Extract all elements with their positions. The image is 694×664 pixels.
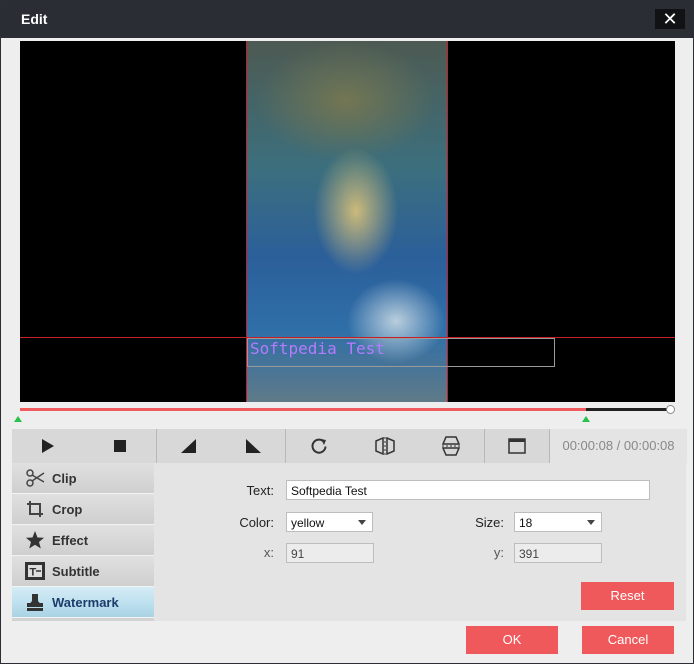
size-select[interactable]: 18	[514, 512, 602, 532]
start-marker-icon[interactable]	[14, 416, 22, 422]
stop-button[interactable]	[84, 429, 156, 463]
end-marker-icon[interactable]	[582, 416, 590, 422]
edit-dialog: Edit ✕ Softpedia Test 00:00:08 / 00:00:0…	[0, 0, 694, 664]
tab-effect-label: Effect	[52, 532, 89, 548]
x-label: x:	[263, 545, 274, 560]
set-start-icon	[181, 439, 196, 453]
tab-watermark[interactable]: Watermark	[12, 587, 154, 618]
rotate-button[interactable]	[286, 429, 352, 463]
chevron-down-icon	[587, 520, 595, 525]
text-label: Text:	[246, 483, 274, 498]
flip-horizontal-icon	[375, 437, 395, 455]
chevron-down-icon	[358, 520, 366, 525]
reset-button[interactable]: Reset	[581, 582, 674, 610]
color-select[interactable]: yellow	[286, 512, 373, 532]
cancel-button[interactable]: Cancel	[582, 626, 674, 654]
playback-toolbar: 00:00:08 / 00:00:08	[12, 429, 687, 463]
tab-watermark-label: Watermark	[52, 594, 119, 610]
crop-icon	[24, 498, 46, 520]
close-button[interactable]: ✕	[655, 9, 685, 29]
y-label: y:	[493, 545, 504, 560]
flip-horizontal-button[interactable]	[352, 429, 418, 463]
flip-vertical-icon	[442, 436, 460, 456]
svg-text:T: T	[30, 567, 37, 579]
set-end-icon	[246, 439, 261, 453]
timeline[interactable]	[14, 405, 675, 422]
tab-subtitle[interactable]: T Subtitle	[12, 556, 154, 587]
tab-crop-label: Crop	[52, 501, 83, 517]
edit-tabs: Clip Crop Effect T Subtitle Watermark	[12, 463, 154, 621]
set-end-button[interactable]	[221, 429, 285, 463]
watermark-preview-text: Softpedia Test	[250, 339, 385, 358]
star-icon	[24, 529, 46, 551]
dialog-footer: OK Cancel	[1, 621, 693, 663]
tab-effect[interactable]: Effect	[12, 525, 154, 556]
watermark-icon	[24, 591, 46, 613]
time-display: 00:00:08 / 00:00:08	[549, 429, 687, 463]
y-position-field[interactable]: 391	[514, 543, 602, 563]
play-button[interactable]	[12, 429, 84, 463]
tab-clip-label: Clip	[52, 470, 77, 486]
scissors-icon	[24, 467, 46, 489]
flip-vertical-button[interactable]	[418, 429, 484, 463]
timeline-remaining	[586, 408, 670, 411]
title-bar: Edit ✕	[1, 1, 693, 38]
fullscreen-button[interactable]	[485, 429, 549, 463]
tab-crop[interactable]: Crop	[12, 494, 154, 525]
timeline-end-handle[interactable]	[666, 405, 675, 414]
set-start-button[interactable]	[157, 429, 221, 463]
watermark-text-input[interactable]: Softpedia Test	[286, 480, 650, 500]
tab-clip[interactable]: Clip	[12, 463, 154, 494]
color-label: Color:	[239, 515, 274, 530]
size-select-value: 18	[519, 516, 533, 530]
x-position-field[interactable]: 91	[286, 543, 374, 563]
fullscreen-icon	[508, 438, 526, 454]
watermark-settings-panel: Text: Softpedia Test Color: yellow Size:…	[154, 463, 686, 621]
rotate-icon	[311, 438, 327, 454]
tab-subtitle-label: Subtitle	[52, 563, 100, 579]
ok-button[interactable]: OK	[466, 626, 558, 654]
timeline-played	[20, 408, 586, 411]
stop-icon	[114, 440, 126, 452]
color-select-value: yellow	[291, 516, 325, 530]
subtitle-icon: T	[24, 560, 46, 582]
video-preview: Softpedia Test	[20, 41, 675, 402]
play-icon	[42, 439, 54, 453]
size-label: Size:	[475, 515, 504, 530]
close-icon: ✕	[662, 9, 678, 29]
dialog-title: Edit	[21, 11, 48, 27]
